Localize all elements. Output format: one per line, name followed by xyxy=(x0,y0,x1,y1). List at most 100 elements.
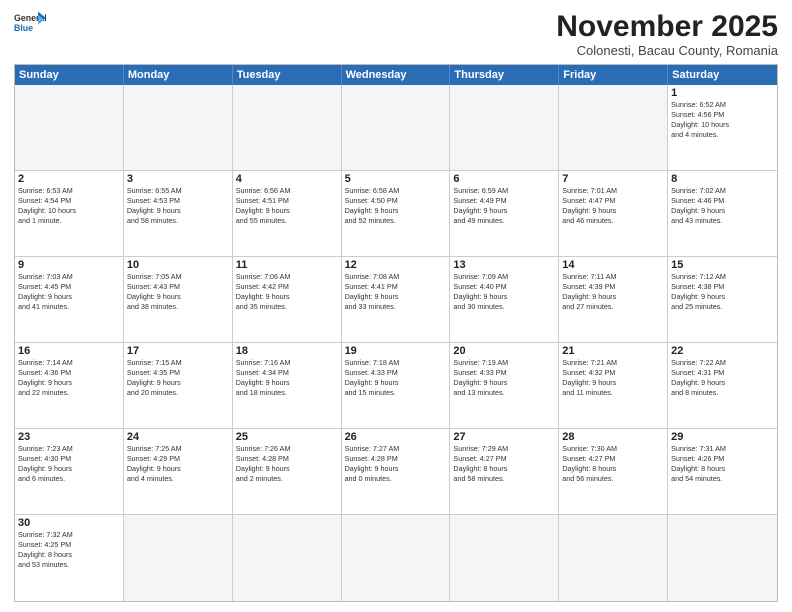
cell-date-number: 7 xyxy=(562,173,664,185)
cell-date-number: 21 xyxy=(562,345,664,357)
cell-info-text: Sunrise: 7:18 AM Sunset: 4:33 PM Dayligh… xyxy=(345,358,447,398)
calendar-cell-20: 20Sunrise: 7:19 AM Sunset: 4:33 PM Dayli… xyxy=(450,343,559,429)
calendar-cell-11: 11Sunrise: 7:06 AM Sunset: 4:42 PM Dayli… xyxy=(233,257,342,343)
cell-info-text: Sunrise: 7:03 AM Sunset: 4:45 PM Dayligh… xyxy=(18,272,120,312)
day-header-tuesday: Tuesday xyxy=(233,65,342,85)
cell-date-number: 28 xyxy=(562,431,664,443)
calendar-cell-empty xyxy=(15,85,124,171)
cell-date-number: 11 xyxy=(236,259,338,271)
calendar-cell-empty xyxy=(233,515,342,601)
calendar-cell-14: 14Sunrise: 7:11 AM Sunset: 4:39 PM Dayli… xyxy=(559,257,668,343)
cell-info-text: Sunrise: 7:26 AM Sunset: 4:28 PM Dayligh… xyxy=(236,444,338,484)
day-header-monday: Monday xyxy=(124,65,233,85)
cell-info-text: Sunrise: 7:05 AM Sunset: 4:43 PM Dayligh… xyxy=(127,272,229,312)
cell-date-number: 29 xyxy=(671,431,774,443)
cell-date-number: 30 xyxy=(18,517,120,529)
cell-info-text: Sunrise: 6:56 AM Sunset: 4:51 PM Dayligh… xyxy=(236,186,338,226)
calendar-cell-23: 23Sunrise: 7:23 AM Sunset: 4:30 PM Dayli… xyxy=(15,429,124,515)
cell-info-text: Sunrise: 7:22 AM Sunset: 4:31 PM Dayligh… xyxy=(671,358,774,398)
calendar-cell-9: 9Sunrise: 7:03 AM Sunset: 4:45 PM Daylig… xyxy=(15,257,124,343)
calendar-cell-28: 28Sunrise: 7:30 AM Sunset: 4:27 PM Dayli… xyxy=(559,429,668,515)
calendar-cell-empty xyxy=(342,85,451,171)
logo: General Blue xyxy=(14,10,46,34)
cell-date-number: 13 xyxy=(453,259,555,271)
calendar-cell-empty xyxy=(124,85,233,171)
cell-info-text: Sunrise: 7:27 AM Sunset: 4:28 PM Dayligh… xyxy=(345,444,447,484)
day-headers-row: SundayMondayTuesdayWednesdayThursdayFrid… xyxy=(15,65,777,85)
month-title: November 2025 xyxy=(556,10,778,43)
cell-info-text: Sunrise: 7:02 AM Sunset: 4:46 PM Dayligh… xyxy=(671,186,774,226)
cell-date-number: 1 xyxy=(671,87,774,99)
calendar-cell-29: 29Sunrise: 7:31 AM Sunset: 4:26 PM Dayli… xyxy=(668,429,777,515)
cell-date-number: 27 xyxy=(453,431,555,443)
cell-date-number: 20 xyxy=(453,345,555,357)
calendar-grid: 1Sunrise: 6:52 AM Sunset: 4:56 PM Daylig… xyxy=(15,85,777,601)
calendar-cell-24: 24Sunrise: 7:25 AM Sunset: 4:29 PM Dayli… xyxy=(124,429,233,515)
calendar-cell-empty xyxy=(559,85,668,171)
cell-date-number: 25 xyxy=(236,431,338,443)
calendar-cell-empty xyxy=(450,85,559,171)
cell-date-number: 15 xyxy=(671,259,774,271)
cell-date-number: 16 xyxy=(18,345,120,357)
calendar-cell-12: 12Sunrise: 7:08 AM Sunset: 4:41 PM Dayli… xyxy=(342,257,451,343)
cell-info-text: Sunrise: 7:31 AM Sunset: 4:26 PM Dayligh… xyxy=(671,444,774,484)
calendar-cell-5: 5Sunrise: 6:58 AM Sunset: 4:50 PM Daylig… xyxy=(342,171,451,257)
page: General Blue November 2025 Colonesti, Ba… xyxy=(0,0,792,612)
calendar-cell-17: 17Sunrise: 7:15 AM Sunset: 4:35 PM Dayli… xyxy=(124,343,233,429)
calendar-cell-30: 30Sunrise: 7:32 AM Sunset: 4:25 PM Dayli… xyxy=(15,515,124,601)
cell-date-number: 2 xyxy=(18,173,120,185)
cell-date-number: 4 xyxy=(236,173,338,185)
calendar-cell-8: 8Sunrise: 7:02 AM Sunset: 4:46 PM Daylig… xyxy=(668,171,777,257)
calendar-cell-19: 19Sunrise: 7:18 AM Sunset: 4:33 PM Dayli… xyxy=(342,343,451,429)
calendar-cell-15: 15Sunrise: 7:12 AM Sunset: 4:38 PM Dayli… xyxy=(668,257,777,343)
cell-date-number: 5 xyxy=(345,173,447,185)
header: General Blue November 2025 Colonesti, Ba… xyxy=(14,10,778,58)
calendar-cell-1: 1Sunrise: 6:52 AM Sunset: 4:56 PM Daylig… xyxy=(668,85,777,171)
calendar-cell-13: 13Sunrise: 7:09 AM Sunset: 4:40 PM Dayli… xyxy=(450,257,559,343)
cell-info-text: Sunrise: 7:11 AM Sunset: 4:39 PM Dayligh… xyxy=(562,272,664,312)
cell-info-text: Sunrise: 7:23 AM Sunset: 4:30 PM Dayligh… xyxy=(18,444,120,484)
day-header-wednesday: Wednesday xyxy=(342,65,451,85)
cell-info-text: Sunrise: 7:06 AM Sunset: 4:42 PM Dayligh… xyxy=(236,272,338,312)
calendar-cell-18: 18Sunrise: 7:16 AM Sunset: 4:34 PM Dayli… xyxy=(233,343,342,429)
cell-info-text: Sunrise: 7:01 AM Sunset: 4:47 PM Dayligh… xyxy=(562,186,664,226)
cell-date-number: 14 xyxy=(562,259,664,271)
calendar-cell-27: 27Sunrise: 7:29 AM Sunset: 4:27 PM Dayli… xyxy=(450,429,559,515)
cell-info-text: Sunrise: 7:30 AM Sunset: 4:27 PM Dayligh… xyxy=(562,444,664,484)
cell-date-number: 6 xyxy=(453,173,555,185)
calendar-cell-empty xyxy=(233,85,342,171)
calendar: SundayMondayTuesdayWednesdayThursdayFrid… xyxy=(14,64,778,602)
calendar-cell-2: 2Sunrise: 6:53 AM Sunset: 4:54 PM Daylig… xyxy=(15,171,124,257)
calendar-cell-empty xyxy=(668,515,777,601)
calendar-cell-empty xyxy=(559,515,668,601)
day-header-saturday: Saturday xyxy=(668,65,777,85)
location-subtitle: Colonesti, Bacau County, Romania xyxy=(556,43,778,58)
cell-date-number: 9 xyxy=(18,259,120,271)
calendar-cell-empty xyxy=(450,515,559,601)
cell-date-number: 18 xyxy=(236,345,338,357)
cell-date-number: 19 xyxy=(345,345,447,357)
cell-info-text: Sunrise: 7:32 AM Sunset: 4:25 PM Dayligh… xyxy=(18,530,120,570)
svg-text:Blue: Blue xyxy=(14,23,33,33)
calendar-cell-22: 22Sunrise: 7:22 AM Sunset: 4:31 PM Dayli… xyxy=(668,343,777,429)
cell-info-text: Sunrise: 6:58 AM Sunset: 4:50 PM Dayligh… xyxy=(345,186,447,226)
calendar-cell-3: 3Sunrise: 6:55 AM Sunset: 4:53 PM Daylig… xyxy=(124,171,233,257)
cell-date-number: 12 xyxy=(345,259,447,271)
cell-date-number: 24 xyxy=(127,431,229,443)
cell-date-number: 10 xyxy=(127,259,229,271)
cell-date-number: 3 xyxy=(127,173,229,185)
cell-info-text: Sunrise: 6:55 AM Sunset: 4:53 PM Dayligh… xyxy=(127,186,229,226)
cell-info-text: Sunrise: 6:53 AM Sunset: 4:54 PM Dayligh… xyxy=(18,186,120,226)
day-header-friday: Friday xyxy=(559,65,668,85)
cell-date-number: 23 xyxy=(18,431,120,443)
cell-info-text: Sunrise: 6:59 AM Sunset: 4:49 PM Dayligh… xyxy=(453,186,555,226)
calendar-cell-21: 21Sunrise: 7:21 AM Sunset: 4:32 PM Dayli… xyxy=(559,343,668,429)
cell-date-number: 17 xyxy=(127,345,229,357)
cell-info-text: Sunrise: 6:52 AM Sunset: 4:56 PM Dayligh… xyxy=(671,100,774,140)
cell-date-number: 22 xyxy=(671,345,774,357)
title-block: November 2025 Colonesti, Bacau County, R… xyxy=(556,10,778,58)
cell-info-text: Sunrise: 7:15 AM Sunset: 4:35 PM Dayligh… xyxy=(127,358,229,398)
cell-info-text: Sunrise: 7:21 AM Sunset: 4:32 PM Dayligh… xyxy=(562,358,664,398)
day-header-thursday: Thursday xyxy=(450,65,559,85)
calendar-cell-6: 6Sunrise: 6:59 AM Sunset: 4:49 PM Daylig… xyxy=(450,171,559,257)
